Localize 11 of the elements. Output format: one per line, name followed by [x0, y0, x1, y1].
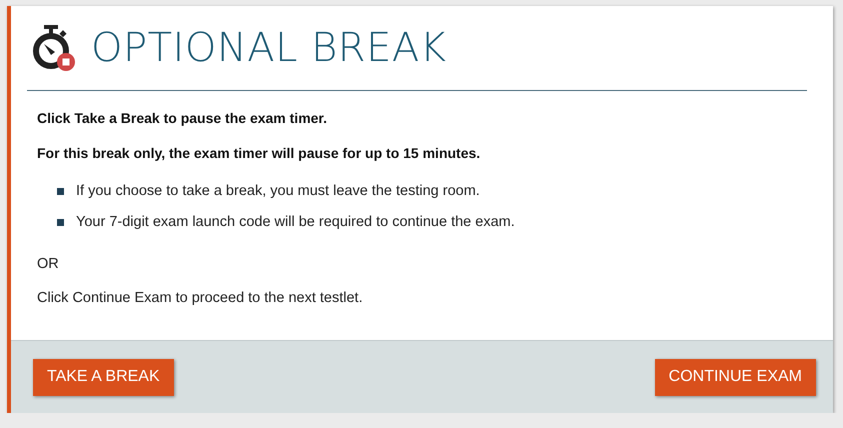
take-break-button[interactable]: TAKE A BREAK	[33, 358, 174, 396]
or-text: OR	[37, 256, 60, 272]
bullet-text: If you choose to take a break, you must leave the testing room.	[76, 183, 480, 199]
bullet-icon	[57, 218, 64, 226]
note-text: Click Continue Exam to proceed to the next testlet.	[37, 290, 364, 306]
bullet-icon	[57, 188, 64, 194]
instruction-text: For this break only, the exam timer will pause for up to 15 minutes.	[37, 145, 482, 161]
bullet-text: Your 7-digit exam launch code will be required to continue the exam.	[76, 214, 515, 230]
continue-exam-button[interactable]: CONTINUE EXAM	[654, 358, 816, 396]
dialog-title: OPTIONAL BREAK	[91, 25, 446, 71]
instruction-text: Click Take a Break to pause the exam timer.	[37, 110, 328, 126]
